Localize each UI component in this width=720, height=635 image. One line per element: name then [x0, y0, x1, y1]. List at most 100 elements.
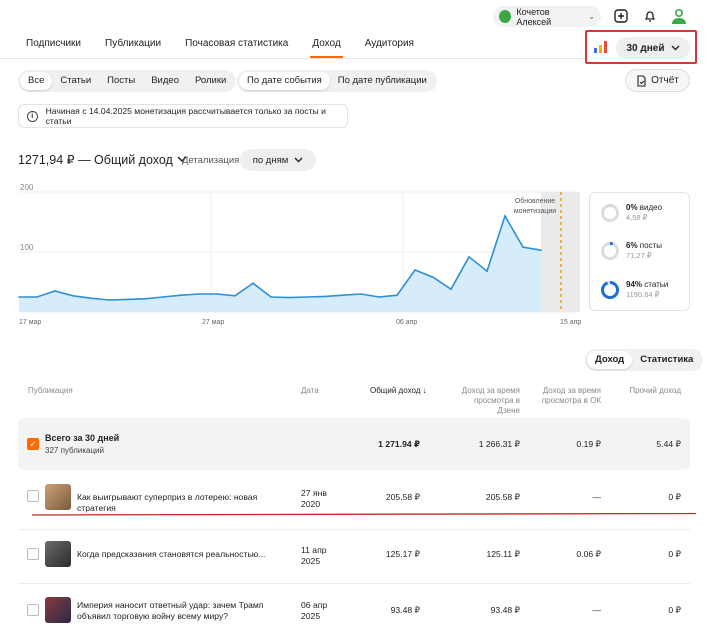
- row-title[interactable]: Как выигрывают суперприз в лотерею: нова…: [77, 492, 297, 514]
- bell-icon[interactable]: [641, 7, 659, 25]
- toggle-statistics[interactable]: Статистика: [632, 351, 701, 369]
- data-point-22[interactable]: [414, 269, 416, 271]
- filter-video[interactable]: Видео: [143, 72, 187, 90]
- header-publication[interactable]: Публикация: [28, 386, 73, 396]
- total-income-select[interactable]: 1271,94 ₽ — Общий доход: [18, 152, 187, 167]
- annotation-line-1: Обновление: [515, 197, 556, 205]
- x-label-1: 27 мар: [202, 319, 224, 326]
- period-select[interactable]: 30 дней: [616, 37, 690, 59]
- share-articles-label: статьи: [644, 280, 669, 289]
- data-point-27[interactable]: [504, 215, 506, 217]
- bar-chart-icon[interactable]: [594, 41, 608, 53]
- tab-hourly-stats[interactable]: Почасовая статистика: [173, 30, 300, 58]
- profile-avatar-icon[interactable]: [670, 7, 688, 25]
- header-ok-income[interactable]: Доход за время просмотра в ОК: [535, 386, 601, 406]
- data-point-5[interactable]: [108, 299, 110, 301]
- data-point-2[interactable]: [54, 290, 56, 292]
- monetization-notice: i Начиная с 14.04.2025 монетизация рассч…: [18, 104, 348, 128]
- data-point-3[interactable]: [72, 295, 74, 297]
- header-date[interactable]: Дата: [301, 386, 319, 396]
- row-other: 0 ₽: [668, 549, 681, 559]
- header-zen-income[interactable]: Доход за время просмотра в Дзене: [452, 386, 520, 416]
- share-articles-pct: 94%: [626, 280, 643, 289]
- filter-by-publication-date[interactable]: По дате публикации: [330, 72, 435, 90]
- add-icon[interactable]: [612, 7, 630, 25]
- row-title[interactable]: Когда предсказания становятся реальность…: [77, 549, 297, 560]
- data-point-10[interactable]: [198, 293, 200, 295]
- data-point-13[interactable]: [252, 282, 254, 284]
- data-point-4[interactable]: [90, 297, 92, 299]
- thumbnail: [45, 484, 71, 510]
- data-point-28[interactable]: [522, 246, 524, 248]
- data-point-9[interactable]: [180, 294, 182, 296]
- data-point-0[interactable]: [18, 296, 20, 298]
- filter-articles[interactable]: Статьи: [52, 72, 99, 90]
- y-tick-100: 100: [20, 243, 34, 252]
- period-label: 30 дней: [626, 42, 665, 54]
- share-video-pct: 0%: [626, 203, 638, 212]
- annotation-line-2: монетизации: [514, 208, 556, 215]
- data-point-7[interactable]: [144, 298, 146, 300]
- tab-subscribers[interactable]: Подписчики: [14, 30, 93, 58]
- data-point-17[interactable]: [324, 295, 326, 298]
- sort-arrow-icon: ↓: [422, 386, 427, 395]
- data-point-19[interactable]: [360, 293, 362, 295]
- table-row[interactable]: Империя наносит ответный удар: зачем Тра…: [18, 583, 690, 635]
- user-avatar-icon: [499, 10, 512, 23]
- data-point-11[interactable]: [216, 293, 218, 295]
- report-label: Отчёт: [651, 75, 679, 86]
- data-point-15[interactable]: [288, 296, 290, 299]
- total-subtitle: 327 публикаций: [45, 446, 104, 455]
- x-label-3: 15 апр: [560, 319, 581, 326]
- filter-all[interactable]: Все: [20, 72, 53, 90]
- data-point-29[interactable]: [540, 249, 542, 251]
- data-point-23[interactable]: [432, 276, 434, 278]
- data-point-14[interactable]: [270, 296, 272, 298]
- detail-label: Детализация: [182, 155, 240, 166]
- row-total: 125.17 ₽: [385, 549, 420, 559]
- y-tick-200: 200: [20, 183, 34, 192]
- row-other: 0 ₽: [668, 605, 681, 615]
- report-button[interactable]: Отчёт: [625, 69, 690, 92]
- row-total: 93.48 ₽: [390, 605, 420, 615]
- data-point-25[interactable]: [468, 256, 470, 258]
- data-point-16[interactable]: [306, 296, 308, 298]
- tab-income[interactable]: Доход: [300, 30, 352, 58]
- data-point-1[interactable]: [36, 296, 38, 298]
- data-point-24[interactable]: [450, 288, 452, 290]
- row-checkbox[interactable]: [27, 548, 39, 560]
- data-point-8[interactable]: [162, 296, 164, 298]
- detail-select[interactable]: по дням: [240, 149, 316, 171]
- document-icon: [637, 74, 646, 87]
- user-menu[interactable]: Кочетов Алексей ⌄: [493, 6, 601, 27]
- filter-posts[interactable]: Посты: [99, 72, 143, 90]
- tab-audience[interactable]: Аудитория: [353, 30, 426, 58]
- filter-shorts[interactable]: Ролики: [187, 72, 234, 90]
- row-other: 0 ₽: [668, 492, 681, 502]
- detail-value: по дням: [252, 154, 289, 166]
- chevron-down-icon: ⌄: [588, 12, 595, 21]
- share-ring-icon: [601, 204, 619, 222]
- user-name: Кочетов Алексей: [516, 6, 552, 27]
- total-income: 1 271.94 ₽: [378, 439, 420, 449]
- tab-publications[interactable]: Публикации: [93, 30, 173, 58]
- data-point-21[interactable]: [396, 294, 398, 296]
- toggle-income[interactable]: Доход: [587, 351, 633, 369]
- filter-by-event-date[interactable]: По дате события: [239, 72, 330, 90]
- header-total-income[interactable]: Общий доход ↓: [370, 386, 427, 396]
- select-all-checkbox[interactable]: ✓: [27, 438, 39, 450]
- data-point-6[interactable]: [126, 298, 128, 301]
- data-point-18[interactable]: [342, 294, 344, 296]
- data-point-12[interactable]: [234, 295, 236, 297]
- table-row[interactable]: Когда предсказания становятся реальность…: [18, 529, 690, 581]
- type-filter: Все Статьи Посты Видео Ролики: [18, 70, 237, 92]
- header-other-income[interactable]: Прочий доход: [615, 386, 681, 396]
- row-title[interactable]: Империя наносит ответный удар: зачем Тра…: [77, 600, 287, 622]
- x-label-0: 17 мар: [19, 319, 41, 326]
- row-checkbox[interactable]: [27, 490, 39, 502]
- data-point-20[interactable]: [378, 296, 380, 298]
- main-tabs: Подписчики Публикации Почасовая статисти…: [14, 30, 426, 58]
- chevron-down-icon: [294, 157, 303, 163]
- row-checkbox[interactable]: [27, 604, 39, 616]
- data-point-26[interactable]: [486, 270, 488, 272]
